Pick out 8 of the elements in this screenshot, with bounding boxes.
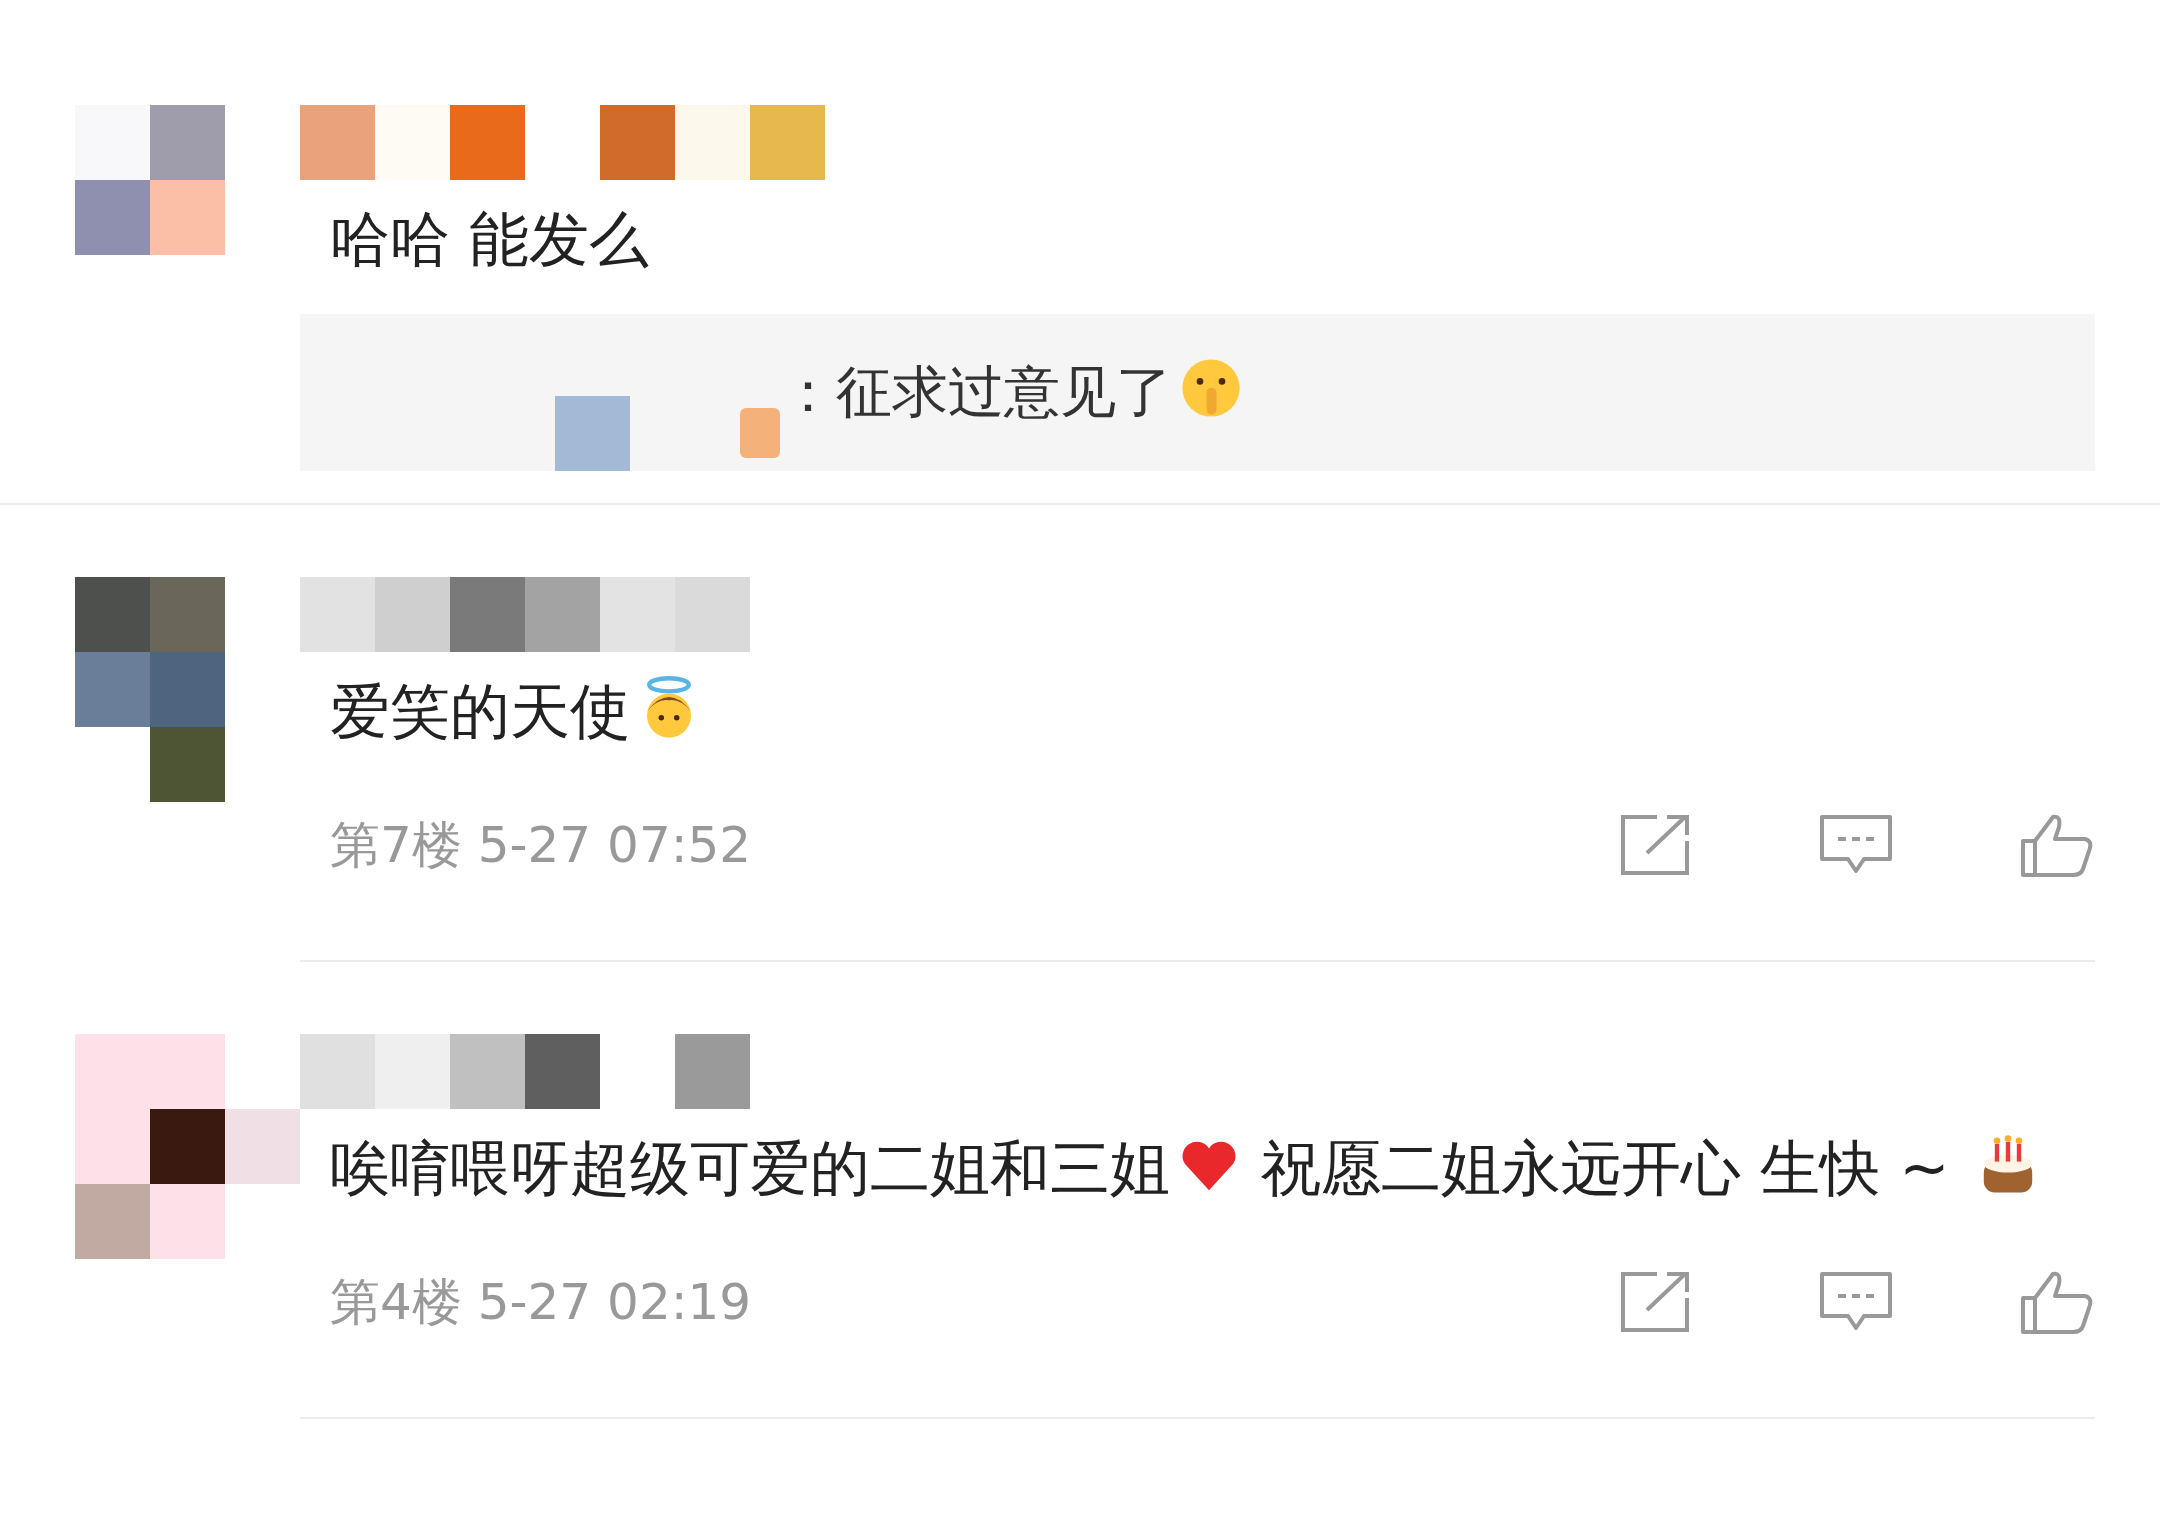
reply-text: ：征求过意见了 xyxy=(780,354,1244,431)
thumbs-up-icon[interactable] xyxy=(2019,1270,2095,1334)
floor-and-time: 第7楼 5-27 07:52 xyxy=(330,814,752,876)
comment-text: 唉唷喂呀超级可爱的二姐和三姐 祝愿二姐永远开心 生快 ~ xyxy=(300,1109,2095,1227)
floor-and-time: 第4楼 5-27 02:19 xyxy=(330,1271,752,1333)
thumbs-up-icon[interactable] xyxy=(2019,813,2095,877)
comment-text: 哈哈 能发么 xyxy=(329,203,651,276)
comment-text: 爱笑的天使 xyxy=(300,652,2095,770)
